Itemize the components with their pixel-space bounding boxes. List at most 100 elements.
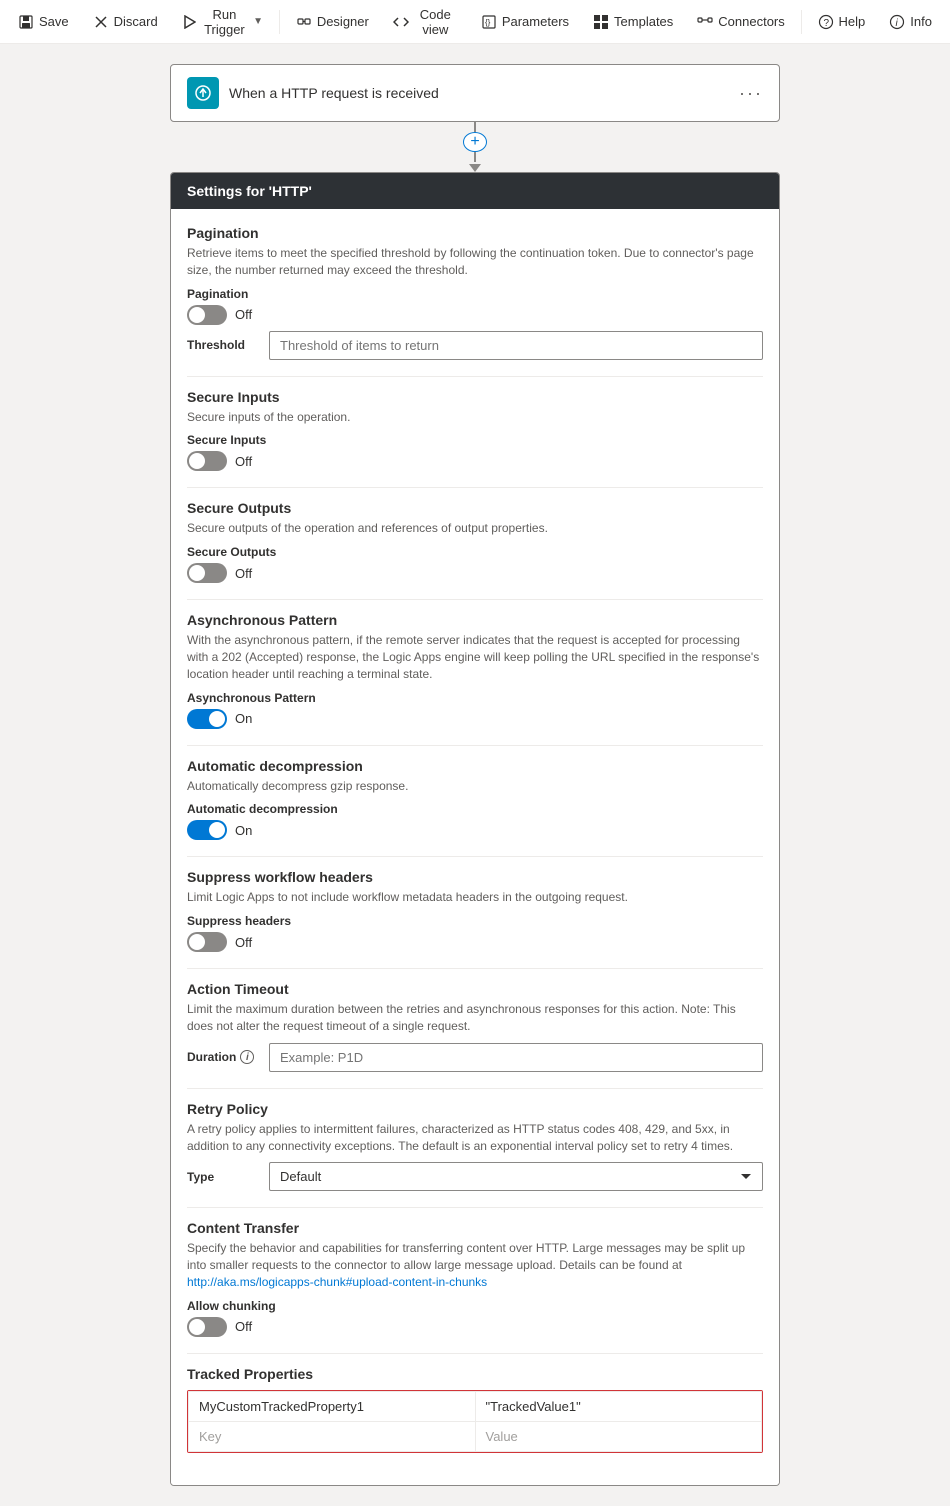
async-pattern-title: Asynchronous Pattern [187, 612, 763, 628]
divider-1 [187, 376, 763, 377]
auto-decompress-desc: Automatically decompress gzip response. [187, 778, 763, 795]
templates-label: Templates [614, 14, 673, 29]
suppress-headers-toggle-label: Suppress headers [187, 914, 763, 928]
suppress-headers-toggle-knob [189, 934, 205, 950]
retry-type-select[interactable]: Default None Exponential Interval Fixed … [269, 1162, 763, 1191]
settings-body: Pagination Retrieve items to meet the sp… [171, 209, 779, 1485]
tracked-properties-table: MyCustomTrackedProperty1 "TrackedValue1"… [188, 1391, 762, 1452]
duration-label: Duration i [187, 1050, 257, 1064]
auto-decompress-section: Automatic decompression Automatically de… [187, 758, 763, 841]
trigger-title: When a HTTP request is received [229, 85, 729, 101]
toolbar: Save Discard Run Trigger ▼ Designer Code… [0, 0, 950, 44]
secure-outputs-toggle-row: Off [187, 563, 763, 583]
code-view-button[interactable]: Code view [383, 1, 467, 43]
divider-5 [187, 856, 763, 857]
connectors-label: Connectors [718, 14, 784, 29]
secure-outputs-toggle-label: Secure Outputs [187, 545, 763, 559]
secure-inputs-toggle[interactable] [187, 451, 227, 471]
tracked-row2-key[interactable]: Key [189, 1421, 476, 1451]
info-toolbar-icon: i [889, 14, 905, 30]
suppress-headers-title: Suppress workflow headers [187, 869, 763, 885]
chunking-toggle-label: Allow chunking [187, 1299, 763, 1313]
info-label: Info [910, 14, 932, 29]
chunking-toggle-row: Off [187, 1317, 763, 1337]
canvas: When a HTTP request is received ··· + Se… [0, 44, 950, 1506]
suppress-headers-toggle-text: Off [235, 935, 252, 950]
designer-button[interactable]: Designer [286, 8, 379, 36]
trigger-icon [187, 77, 219, 109]
parameters-button[interactable]: {} Parameters [471, 8, 579, 36]
run-trigger-button[interactable]: Run Trigger ▼ [172, 1, 273, 43]
threshold-input[interactable] [269, 331, 763, 360]
secure-outputs-toggle-knob [189, 565, 205, 581]
pagination-title: Pagination [187, 225, 763, 241]
save-label: Save [39, 14, 69, 29]
pagination-section: Pagination Retrieve items to meet the sp… [187, 225, 763, 360]
secure-inputs-desc: Secure inputs of the operation. [187, 409, 763, 426]
async-pattern-toggle-knob [209, 711, 225, 727]
svg-text:?: ? [823, 18, 829, 29]
connectors-icon [697, 14, 713, 30]
pagination-desc: Retrieve items to meet the specified thr… [187, 245, 763, 279]
tracked-row1-key[interactable]: MyCustomTrackedProperty1 [189, 1391, 476, 1421]
async-pattern-desc: With the asynchronous pattern, if the re… [187, 632, 763, 682]
suppress-headers-section: Suppress workflow headers Limit Logic Ap… [187, 869, 763, 952]
add-step-button[interactable]: + [463, 132, 487, 152]
connector-area: + [463, 122, 487, 172]
discard-button[interactable]: Discard [83, 8, 168, 36]
auto-decompress-toggle-knob [209, 822, 225, 838]
content-transfer-section: Content Transfer Specify the behavior an… [187, 1220, 763, 1336]
tracked-properties-table-wrapper: MyCustomTrackedProperty1 "TrackedValue1"… [187, 1390, 763, 1453]
async-pattern-toggle[interactable] [187, 709, 227, 729]
tracked-properties-section: Tracked Properties MyCustomTrackedProper… [187, 1366, 763, 1453]
retry-policy-title: Retry Policy [187, 1101, 763, 1117]
trigger-more-button[interactable]: ··· [739, 83, 763, 104]
run-icon [182, 14, 196, 30]
auto-decompress-toggle[interactable] [187, 820, 227, 840]
tracked-row1-value[interactable]: "TrackedValue1" [475, 1391, 762, 1421]
help-button[interactable]: ? Help [808, 8, 876, 36]
designer-icon [296, 14, 312, 30]
run-trigger-label: Run Trigger [201, 7, 248, 37]
secure-inputs-toggle-text: Off [235, 454, 252, 469]
discard-label: Discard [114, 14, 158, 29]
save-button[interactable]: Save [8, 8, 79, 36]
divider-3 [187, 599, 763, 600]
duration-input[interactable] [269, 1043, 763, 1072]
info-button[interactable]: i Info [879, 8, 942, 36]
designer-label: Designer [317, 14, 369, 29]
secure-outputs-toggle-text: Off [235, 566, 252, 581]
retry-policy-section: Retry Policy A retry policy applies to i… [187, 1101, 763, 1192]
chunking-toggle[interactable] [187, 1317, 227, 1337]
suppress-headers-toggle-row: Off [187, 932, 763, 952]
divider-8 [187, 1207, 763, 1208]
parameters-label: Parameters [502, 14, 569, 29]
pagination-toggle-text: Off [235, 307, 252, 322]
connector-line-top [474, 122, 476, 132]
trigger-box: When a HTTP request is received ··· [170, 64, 780, 122]
chunking-toggle-knob [189, 1319, 205, 1335]
duration-info-icon[interactable]: i [240, 1050, 254, 1064]
templates-button[interactable]: Templates [583, 8, 683, 36]
pagination-toggle[interactable] [187, 305, 227, 325]
divider-4 [187, 745, 763, 746]
secure-outputs-toggle[interactable] [187, 563, 227, 583]
action-timeout-desc: Limit the maximum duration between the r… [187, 1001, 763, 1035]
pagination-toggle-row: Off [187, 305, 763, 325]
toolbar-divider-2 [801, 10, 802, 34]
tracked-row-1: MyCustomTrackedProperty1 "TrackedValue1" [189, 1391, 762, 1421]
run-trigger-chevron[interactable]: ▼ [253, 16, 263, 27]
tracked-row2-value[interactable]: Value [475, 1421, 762, 1451]
content-transfer-link[interactable]: http://aka.ms/logicapps-chunk#upload-con… [187, 1275, 487, 1289]
suppress-headers-toggle[interactable] [187, 932, 227, 952]
connectors-button[interactable]: Connectors [687, 8, 794, 36]
action-timeout-title: Action Timeout [187, 981, 763, 997]
divider-6 [187, 968, 763, 969]
arrow-down-icon [469, 164, 481, 172]
secure-inputs-title: Secure Inputs [187, 389, 763, 405]
code-icon [393, 14, 409, 30]
settings-header: Settings for 'HTTP' [171, 173, 779, 209]
retry-policy-desc: A retry policy applies to intermittent f… [187, 1121, 763, 1155]
connector-line-bottom [474, 152, 476, 162]
secure-inputs-section: Secure Inputs Secure inputs of the opera… [187, 389, 763, 472]
